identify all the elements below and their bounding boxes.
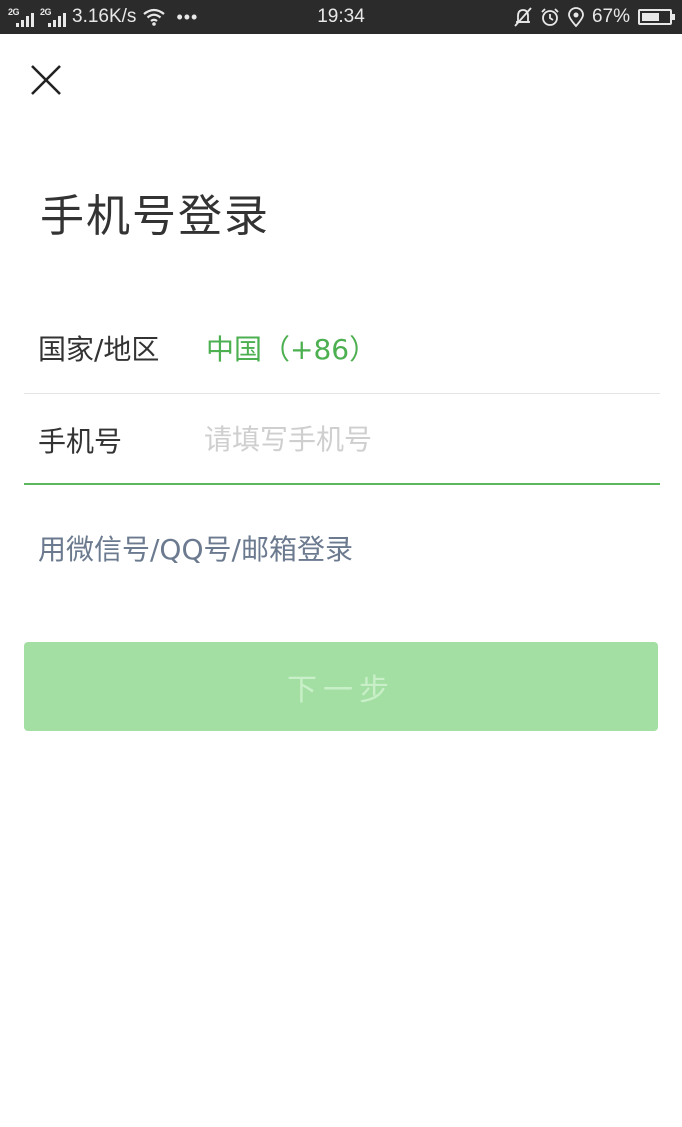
country-label: 国家/地区 (38, 333, 160, 366)
network-speed: 3.16K/s (72, 6, 137, 27)
signal-icon: 2G (8, 6, 34, 28)
more-notifications: ••• (176, 6, 199, 27)
page-title: 手机号登录 (40, 191, 270, 242)
location-icon (568, 7, 584, 27)
close-icon (31, 65, 61, 95)
country-selector[interactable]: 中国（+86） (206, 328, 377, 368)
phone-label: 手机号 (38, 425, 123, 458)
alarm-icon (541, 8, 559, 26)
status-bar: 2G 2G 3.16K/s ••• 19:34 67% (0, 0, 682, 34)
battery-percent: 67% (591, 6, 630, 27)
phone-input[interactable] (204, 414, 654, 464)
signal-icon: 2G (40, 6, 66, 28)
mute-icon (514, 7, 532, 27)
wifi-icon (143, 8, 166, 26)
divider (24, 393, 660, 394)
alternate-login-link[interactable]: 用微信号/QQ号/邮箱登录 (38, 528, 353, 568)
active-field-underline (24, 483, 660, 485)
close-button[interactable] (28, 62, 64, 98)
status-bar-right: 67% (514, 0, 675, 34)
next-button[interactable]: 下一步 (24, 642, 658, 731)
status-bar-left: 2G 2G 3.16K/s ••• (8, 0, 198, 34)
battery-icon (638, 9, 675, 25)
